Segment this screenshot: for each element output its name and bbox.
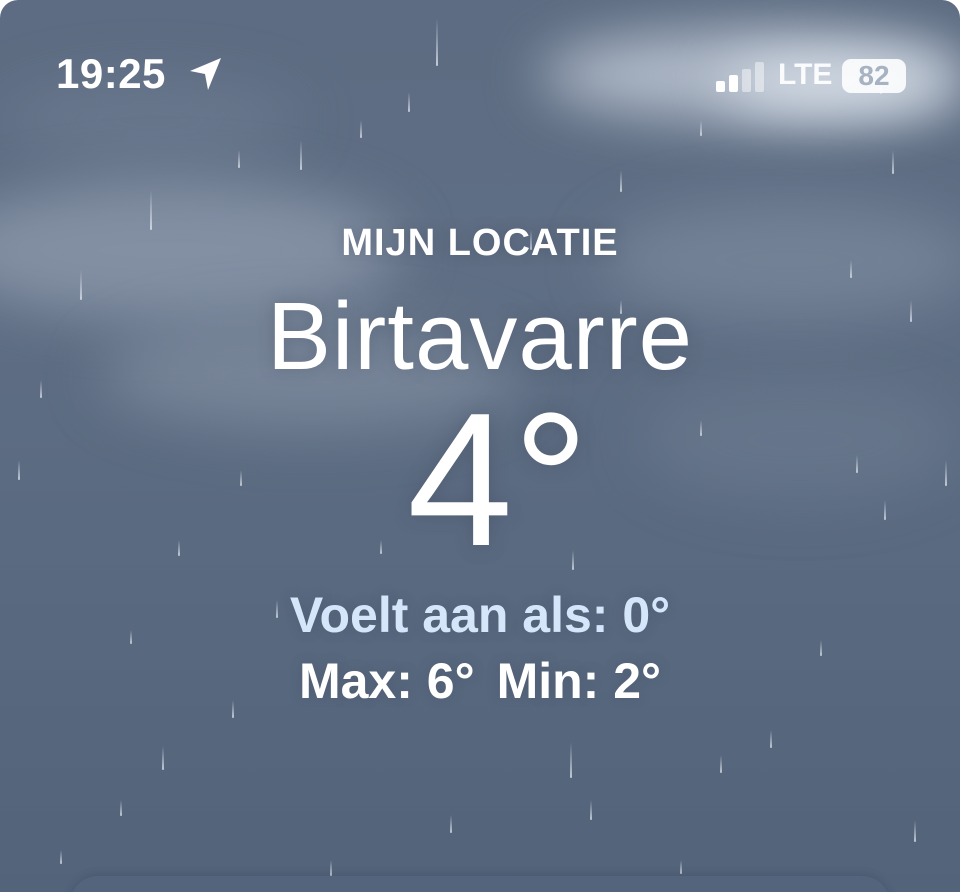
cellular-signal-icon — [716, 62, 770, 92]
raindrop — [892, 150, 894, 174]
status-time: 19:25 — [56, 50, 166, 97]
location-label: MIJN LOCATIE — [341, 222, 619, 264]
raindrop — [120, 800, 122, 816]
high-low-temperature: Max: 6° Min: 2° — [0, 652, 960, 710]
network-type: LTE — [778, 58, 833, 91]
raindrop — [770, 730, 772, 748]
raindrop — [914, 820, 916, 842]
raindrop — [238, 150, 240, 168]
raindrop — [620, 170, 622, 192]
battery-icon: 82 — [842, 59, 906, 93]
status-bar: 19:25 LTE 82 — [0, 0, 960, 150]
raindrop — [60, 850, 62, 864]
max-temperature: Max: 6° — [298, 653, 475, 709]
min-temperature: Min: 2° — [496, 653, 662, 709]
current-temperature: 4° — [407, 374, 589, 586]
raindrop — [590, 800, 592, 820]
raindrop — [720, 755, 722, 773]
feels-like-temperature: Voelt aan als: 0° — [289, 587, 671, 643]
raindrop — [162, 746, 164, 770]
raindrop — [450, 815, 452, 833]
battery-level: 82 — [858, 60, 890, 91]
weather-screen: 19:25 LTE 82 MIJN LOCATIE Birtavarre 4° … — [0, 0, 960, 892]
raindrop — [570, 742, 572, 778]
raindrop — [680, 860, 682, 874]
raindrop — [330, 860, 332, 876]
location-arrow-icon — [190, 58, 221, 90]
forecast-card[interactable] — [70, 876, 890, 892]
